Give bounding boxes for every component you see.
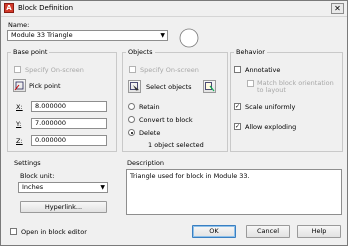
base-point-title: Base point — [11, 48, 50, 56]
match-orientation-label: Match block orientation to layout — [257, 79, 334, 94]
allow-exploding-label: Allow exploding — [245, 123, 297, 131]
block-unit-label: Block unit: — [20, 172, 55, 180]
combo-arrow-icon: ▼ — [160, 32, 165, 39]
block-definition-icon: A — [4, 3, 14, 13]
delete-label: Delete — [139, 129, 161, 137]
retain-label: Retain — [139, 103, 160, 111]
annotative-checkbox[interactable] — [234, 66, 241, 73]
annotative-label: Annotative — [245, 66, 281, 74]
combo-arrow-icon: ▼ — [100, 184, 105, 191]
scale-uniformly-label: Scale uniformly — [245, 103, 296, 111]
block-unit-value: Inches — [22, 183, 44, 191]
name-combobox[interactable]: Module 33 Triangle ▼ — [7, 30, 168, 41]
name-label: Name: — [8, 21, 30, 29]
block-unit-select[interactable]: Inches ▼ — [18, 182, 108, 193]
close-button[interactable]: ✕ — [331, 3, 344, 14]
match-orientation-checkbox[interactable] — [247, 80, 254, 87]
preview-circle-icon — [179, 28, 199, 48]
hyperlink-button[interactable]: Hyperlink... — [20, 201, 107, 213]
select-objects-label: Select objects — [146, 83, 192, 91]
objects-specify-onscreen-label: Specify On-screen — [140, 66, 199, 74]
convert-to-block-label: Convert to block — [139, 116, 193, 124]
help-button[interactable]: Help — [297, 225, 341, 238]
objects-title: Objects — [126, 48, 155, 56]
scale-uniformly-checkbox[interactable]: ✓ — [234, 103, 241, 110]
pick-point-label: Pick point — [29, 82, 61, 90]
quick-select-button[interactable] — [203, 80, 216, 93]
pick-point-icon — [14, 81, 24, 91]
y-field[interactable]: 7.000000 — [31, 118, 107, 129]
y-label: Y: — [16, 120, 22, 128]
z-label: Z: — [16, 137, 23, 145]
quick-select-icon — [205, 82, 215, 92]
pick-point-button[interactable] — [13, 79, 26, 92]
name-value: Module 33 Triangle — [11, 31, 73, 39]
select-objects-icon — [130, 82, 139, 91]
block-definition-dialog: A Block Definition ✕ Name: Module 33 Tri… — [0, 0, 348, 246]
settings-title: Settings — [14, 159, 41, 167]
objects-specify-onscreen-checkbox[interactable] — [129, 66, 136, 73]
base-specify-onscreen-label: Specify On-screen — [25, 66, 84, 74]
open-in-block-editor-label: Open in block editor — [21, 228, 87, 236]
retain-radio[interactable] — [128, 103, 135, 110]
convert-to-block-radio[interactable] — [128, 116, 135, 123]
title-bar: A Block Definition ✕ — [1, 1, 347, 17]
x-field[interactable]: 8.000000 — [31, 101, 107, 112]
description-label: Description — [127, 159, 165, 167]
dialog-title: Block Definition — [18, 4, 74, 12]
selection-status: 1 object selected — [148, 141, 204, 149]
open-in-block-editor-checkbox[interactable] — [10, 228, 17, 235]
select-objects-button[interactable] — [128, 80, 141, 93]
cancel-button[interactable]: Cancel — [246, 225, 290, 238]
base-specify-onscreen-checkbox[interactable] — [14, 66, 21, 73]
behavior-title: Behavior — [234, 48, 267, 56]
z-field[interactable]: 0.000000 — [31, 135, 107, 146]
description-textarea[interactable]: Triangle used for block in Module 33. — [126, 169, 342, 215]
x-label: X: — [16, 103, 23, 111]
allow-exploding-checkbox[interactable]: ✓ — [234, 123, 241, 130]
delete-radio[interactable] — [128, 129, 135, 136]
ok-button[interactable]: OK — [192, 225, 236, 238]
